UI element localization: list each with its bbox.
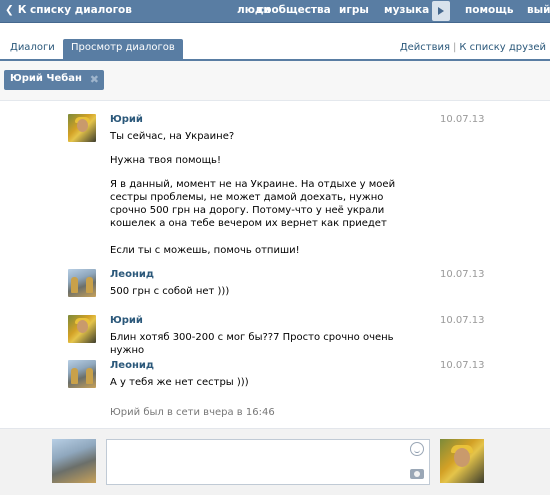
tab-view-dialogs[interactable]: Просмотр диалогов xyxy=(63,39,183,59)
avatar[interactable] xyxy=(68,269,96,297)
recipient-bar: Юрий Чебан ✖ xyxy=(0,61,550,101)
dialog-tabs: Диалоги Просмотр диалогов Действия | К спи… xyxy=(0,23,550,59)
message-date[interactable]: 10.07.13 xyxy=(440,315,485,326)
avatar[interactable] xyxy=(68,114,96,142)
play-icon[interactable] xyxy=(432,1,450,21)
message-text: Блин хотяб 300-200 с мог бы??7 Просто ср… xyxy=(110,332,394,356)
recipient-chip[interactable]: Юрий Чебан ✖ xyxy=(4,70,104,90)
actions-link[interactable]: Действия xyxy=(400,42,450,53)
my-avatar[interactable] xyxy=(52,439,96,483)
link-separator: | xyxy=(453,42,457,53)
message-history: Юрий 10.07.13 Ты сейчас, на Украине? Нуж… xyxy=(0,102,550,428)
message-text: 500 грн с собой нет ))) xyxy=(110,286,230,297)
message-text: Я в данный, момент не на Украине. На отд… xyxy=(110,179,396,229)
message-text: А у тебя же нет сестры ))) xyxy=(110,377,249,388)
peer-avatar[interactable] xyxy=(440,439,484,483)
online-status: Юрий был в сети вчера в 16:46 xyxy=(110,407,275,418)
chevron-left-icon: ❮ xyxy=(5,4,14,16)
close-icon[interactable]: ✖ xyxy=(90,73,99,86)
message-author[interactable]: Леонид xyxy=(110,269,154,280)
nav-music[interactable]: музыка xyxy=(384,0,429,23)
message-author[interactable]: Юрий xyxy=(110,114,143,125)
avatar[interactable] xyxy=(68,315,96,343)
message-date[interactable]: 10.07.13 xyxy=(440,269,485,280)
back-to-dialogs-link[interactable]: ❮ К списку диалогов xyxy=(0,0,132,23)
message-input[interactable] xyxy=(106,439,430,485)
back-to-dialogs-label: К списку диалогов xyxy=(17,4,132,16)
message-date[interactable]: 10.07.13 xyxy=(440,360,485,371)
message-author[interactable]: Леонид xyxy=(110,360,154,371)
message-text: Нужна твоя помощь! xyxy=(110,155,221,166)
message-date[interactable]: 10.07.13 xyxy=(440,114,485,125)
nav-help[interactable]: помощь xyxy=(465,0,514,23)
tabs-right-links: Действия | К списку друзей xyxy=(400,42,546,53)
nav-games[interactable]: игры xyxy=(339,0,369,23)
top-navigation-bar: ❮ К списку диалогов люди сообщества игры … xyxy=(0,0,550,23)
back-to-friends-link[interactable]: К списку друзей xyxy=(459,42,546,53)
camera-icon[interactable] xyxy=(410,469,424,479)
smile-icon[interactable] xyxy=(410,442,424,456)
tab-dialogs[interactable]: Диалоги xyxy=(10,42,55,53)
message-text: Ты сейчас, на Украине? xyxy=(110,131,235,142)
nav-communities[interactable]: сообщества xyxy=(258,0,331,23)
avatar[interactable] xyxy=(68,360,96,388)
message-composer xyxy=(0,428,550,495)
message-text: Если ты с можешь, помочь отпиши! xyxy=(110,245,300,256)
recipient-name: Юрий Чебан xyxy=(10,73,82,84)
nav-logout[interactable]: вый xyxy=(527,0,550,23)
message-author[interactable]: Юрий xyxy=(110,315,143,326)
